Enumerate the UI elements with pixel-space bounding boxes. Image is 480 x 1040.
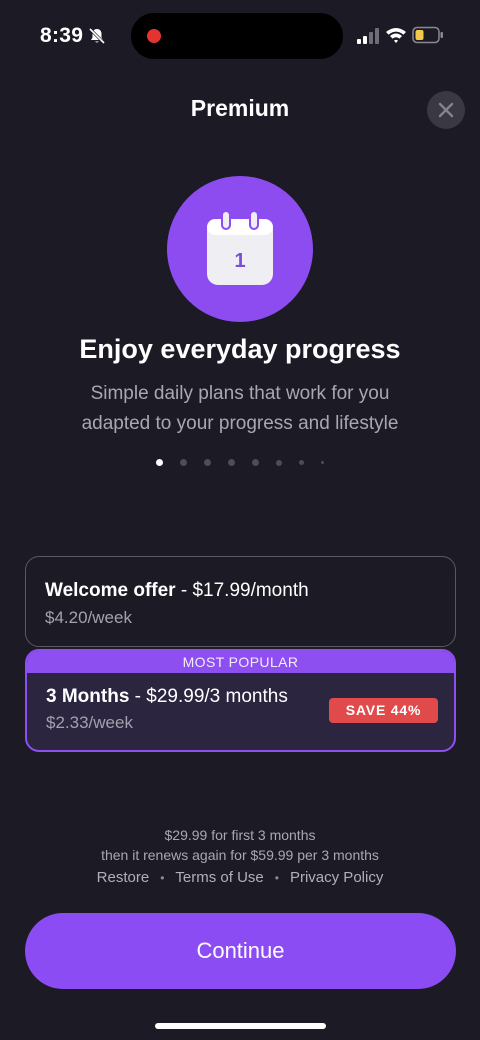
recording-indicator [147, 29, 161, 43]
plan-option-welcome[interactable]: Welcome offer - $17.99/month $4.20/week [25, 556, 456, 647]
page-dot-3[interactable] [204, 459, 211, 466]
save-badge: SAVE 44% [329, 698, 438, 723]
wifi-icon [386, 28, 406, 43]
plan-price: - $29.99/3 months [129, 686, 288, 707]
renewal-terms: $29.99 for first 3 months then it renews… [0, 825, 480, 865]
signal-icon [357, 28, 379, 44]
battery-icon [412, 26, 443, 44]
dynamic-island [131, 13, 343, 59]
restore-link[interactable]: Restore [97, 869, 150, 886]
renewal-line-1: $29.99 for first 3 months [164, 827, 316, 843]
hero-illustration: 1 [167, 176, 313, 322]
plan-name: Welcome offer [45, 580, 176, 601]
close-icon [438, 102, 454, 118]
status-time: 8:39 [40, 24, 84, 47]
page-dot-6[interactable] [276, 459, 282, 466]
footer-links: Restore • Terms of Use • Privacy Policy [0, 869, 480, 886]
calendar-day: 1 [234, 250, 245, 272]
headline: Enjoy everyday progress [79, 334, 401, 364]
plan-weekly-price: $2.33/week [46, 713, 133, 732]
link-separator: • [160, 870, 165, 885]
plan-name: 3 Months [46, 686, 130, 707]
terms-link[interactable]: Terms of Use [175, 869, 263, 886]
plan-option-3-months[interactable]: MOST POPULAR 3 Months - $29.99/3 months … [25, 649, 456, 752]
page-dot-7[interactable] [299, 460, 304, 465]
subtitle-line-2: adapted to your progress and lifestyle [81, 413, 399, 434]
renewal-line-2: then it renews again for $59.99 per 3 mo… [101, 847, 379, 863]
plan-title: Welcome offer - $17.99/month [45, 580, 309, 602]
page-dot-2[interactable] [180, 459, 187, 466]
link-separator: • [274, 870, 279, 885]
most-popular-banner: MOST POPULAR [27, 651, 454, 673]
home-indicator[interactable] [155, 1023, 326, 1029]
page-title: Premium [190, 95, 290, 121]
close-button[interactable] [427, 91, 465, 129]
calendar-icon: 1 [207, 210, 273, 285]
page-dot-4[interactable] [228, 459, 235, 466]
page-dot-5[interactable] [252, 459, 259, 466]
bell-slash-icon [88, 27, 106, 45]
plan-price: - $17.99/month [175, 580, 309, 601]
page-dot-8[interactable] [321, 461, 324, 464]
status-bar: 8:39 [0, 0, 480, 72]
page-dot-1[interactable] [156, 459, 163, 466]
premium-paywall-screen: 8:39 Premium 1 Enjoy everyday progress S… [0, 0, 480, 1040]
subtitle: Simple daily plans that work for you ada… [40, 379, 440, 439]
plan-weekly-price: $4.20/week [45, 608, 132, 627]
privacy-link[interactable]: Privacy Policy [290, 869, 383, 886]
continue-button[interactable]: Continue [25, 913, 456, 989]
plan-title: 3 Months - $29.99/3 months [46, 686, 288, 708]
page-indicator[interactable] [0, 459, 480, 466]
subtitle-line-1: Simple daily plans that work for you [90, 383, 390, 404]
